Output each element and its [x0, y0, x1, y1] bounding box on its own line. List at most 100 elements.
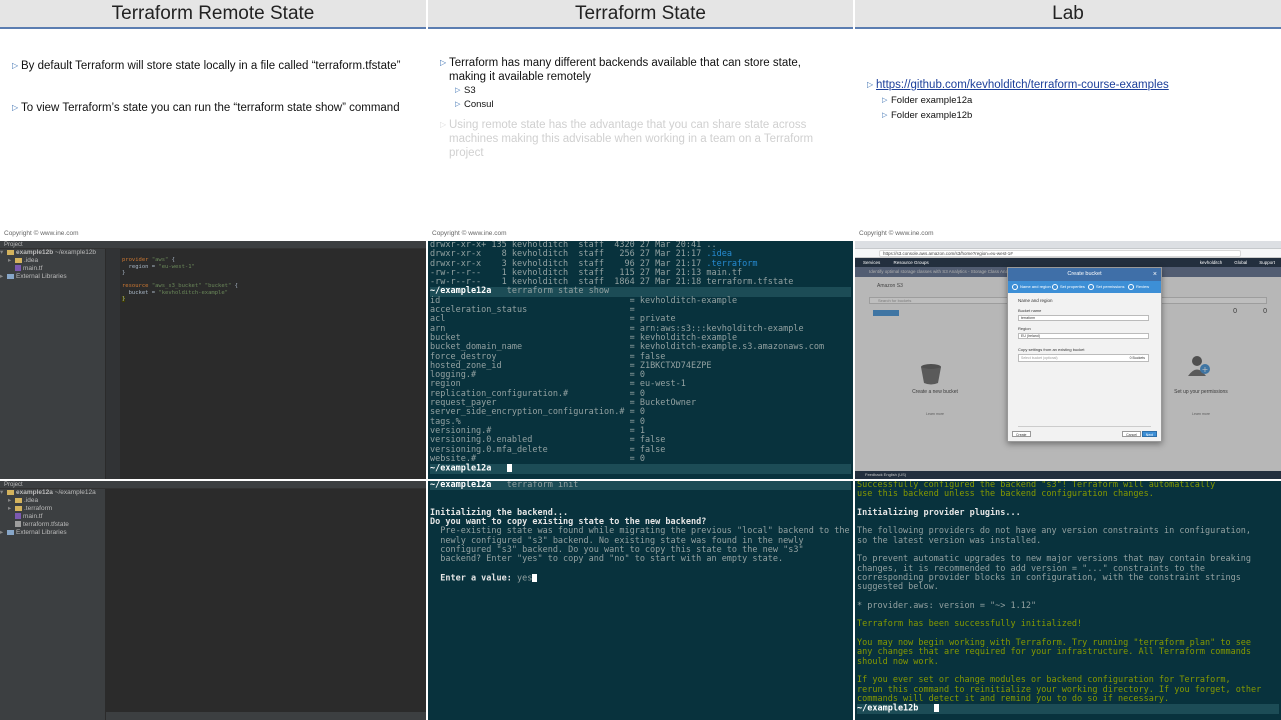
region-select[interactable]: EU (Ireland) — [1018, 333, 1149, 339]
terminal-line: so the latest version was installed. — [857, 535, 1042, 546]
ide-toolbar: Project — [0, 481, 426, 489]
tree-root[interactable]: ▾ example12b ~/example12b — [0, 249, 105, 257]
slide-title: Terraform State — [428, 0, 853, 29]
slide-body: By default Terraform will store state lo… — [0, 59, 426, 115]
step-1[interactable]: Name and region — [1012, 283, 1051, 291]
nav-account[interactable]: kevholditch — [1200, 258, 1223, 267]
prompt-path: ~/example12b — [857, 703, 919, 714]
tree-item[interactable]: ▸ External Libraries — [0, 273, 105, 281]
sub-bullet: Consul — [455, 98, 839, 112]
screen-grid: Terraform Remote State By default Terraf… — [0, 0, 1281, 720]
step-dot-icon — [1088, 283, 1094, 290]
attribute-value: 0 — [639, 453, 645, 464]
attribute-value: BucketOwner — [639, 398, 697, 409]
terminal-input-line: Enter a value: yes — [430, 574, 851, 584]
prompt-path: ~/example12a — [430, 481, 492, 490]
nav-services[interactable]: Services — [863, 260, 880, 265]
nav-support[interactable]: Support — [1259, 258, 1275, 267]
code-string: "eu-west-1" — [158, 263, 195, 270]
tree-item[interactable]: ▸ .idea — [0, 497, 105, 505]
terminal-init[interactable]: ~/example12a terraform init Initializing… — [428, 481, 853, 720]
terminal-output: drwxr-xr-x+ 135 kevholditch staff 4320 2… — [428, 241, 853, 474]
code-text: bucket = — [122, 289, 159, 296]
code-text: } — [122, 296, 126, 302]
terminal-output: Successfully configured the backend "s3"… — [855, 481, 1281, 714]
terminal-line: backend? Enter "yes" to copy and "no" to… — [430, 554, 784, 565]
terminal-prompt: ~/example12a — [430, 464, 851, 474]
create-button[interactable]: Create — [1012, 431, 1031, 437]
sub-bullet: Folder example12a — [882, 94, 1269, 108]
modal-divider — [1018, 426, 1151, 427]
step-3[interactable]: Set permissions — [1088, 283, 1124, 291]
chevron-right-icon: ▸ — [0, 273, 4, 280]
region-label: Region — [1018, 326, 1031, 331]
cancel-button[interactable]: Cancel — [1122, 431, 1141, 437]
tree-item-label: .idea — [24, 257, 39, 264]
copy-settings-placeholder: Select bucket (optional) — [1021, 356, 1058, 360]
prompt-path: ~/example12a — [430, 463, 492, 474]
terraform-file-icon — [15, 513, 21, 520]
tree-item[interactable]: terraform.tfstate — [0, 521, 105, 529]
terminal-line: use this backend unless the backend conf… — [857, 489, 1154, 500]
slide-lab: Lab https://github.com/kevholditch/terra… — [855, 0, 1281, 240]
bucket-name-input[interactable]: terraform — [1018, 315, 1149, 321]
code-editor[interactable]: provider "aws" { region = "eu-west-1" } … — [106, 249, 426, 479]
step-label: Set properties — [1060, 284, 1085, 289]
url-input[interactable]: https://s3.console.aws.amazon.com/s3/hom… — [879, 250, 1241, 257]
nav-global[interactable]: Global — [1234, 258, 1247, 267]
text-cursor — [933, 704, 939, 713]
code-editor[interactable] — [106, 489, 426, 720]
attribute-key: website.# — [430, 453, 477, 464]
step-label: Name and region — [1020, 284, 1051, 289]
nav-resource-groups[interactable]: Resource Groups — [894, 260, 929, 265]
terminal-line: commands will detect it and remind you t… — [857, 693, 1170, 704]
code-content: provider "aws" { region = "eu-west-1" } … — [122, 257, 238, 303]
file-icon — [15, 521, 21, 528]
code-keyword: resource — [122, 283, 149, 289]
copy-settings-select[interactable]: Select bucket (optional) 0 Buckets — [1018, 354, 1149, 362]
next-button[interactable]: Next — [1141, 431, 1157, 437]
prompt-command: terraform init — [506, 481, 579, 490]
close-icon[interactable]: × — [1153, 268, 1157, 281]
tree-item[interactable]: ▸ .terraform — [0, 505, 105, 513]
address-bar: https://s3.console.aws.amazon.com/s3/hom… — [855, 249, 1281, 258]
slide-title: Terraform Remote State — [0, 0, 426, 29]
bucket-name-label: Bucket name — [1018, 308, 1042, 313]
chevron-down-icon: ▾ — [0, 489, 4, 496]
bullet: Terraform has many different backends av… — [440, 56, 839, 84]
tree-item[interactable]: ▸ .idea — [0, 257, 105, 265]
tree-item-label: .terraform — [24, 505, 53, 512]
wizard-steps: Name and region Set properties Set permi… — [1008, 281, 1161, 293]
step-2[interactable]: Set properties — [1052, 283, 1085, 291]
terminal-init-success[interactable]: Successfully configured the backend "s3"… — [855, 481, 1281, 720]
terminal-state-show[interactable]: drwxr-xr-x+ 135 kevholditch staff 4320 2… — [428, 241, 853, 479]
step-dot-icon — [1052, 283, 1058, 290]
tree-item[interactable]: ▸ External Libraries — [0, 529, 105, 537]
slide-remote-state: Terraform Remote State By default Terraf… — [0, 0, 426, 240]
project-dropdown[interactable]: Project — [4, 482, 23, 488]
github-link[interactable]: https://github.com/kevholditch/terraform… — [876, 79, 1169, 91]
step-label: Set permissions — [1096, 284, 1125, 289]
code-text: { — [168, 257, 175, 263]
copy-settings-label: Copy settings from an existing bucket — [1018, 347, 1085, 352]
modal-title-text: Create bucket — [1067, 271, 1102, 277]
folder-icon — [15, 257, 22, 263]
library-icon — [7, 529, 14, 535]
terraform-file-icon — [15, 265, 21, 272]
code-text: { — [231, 283, 238, 289]
chevron-right-icon: ▸ — [0, 529, 4, 536]
tree-item[interactable]: main.tf — [0, 513, 105, 521]
tree-item-label: terraform.tfstate — [23, 521, 69, 528]
tree-item[interactable]: main.tf — [0, 265, 105, 273]
input-value[interactable]: yes — [517, 573, 532, 583]
project-tree: ▾ example12b ~/example12b ▸ .idea main.tf … — [0, 249, 106, 479]
ls-name: terraform.tfstate — [706, 277, 794, 288]
step-label: Review — [1136, 284, 1150, 289]
step-dot-icon — [1128, 283, 1134, 290]
code-text: } — [122, 270, 126, 276]
ide-window-example12b: Project ▾ example12b ~/example12b ▸ .idea … — [0, 241, 426, 479]
project-tree: ▾ example12a ~/example12a ▸ .idea ▸ .terraf… — [0, 489, 106, 720]
tree-root[interactable]: ▾ example12a ~/example12a — [0, 489, 105, 497]
step-4[interactable]: Review — [1128, 283, 1149, 291]
project-dropdown[interactable]: Project — [4, 242, 23, 248]
